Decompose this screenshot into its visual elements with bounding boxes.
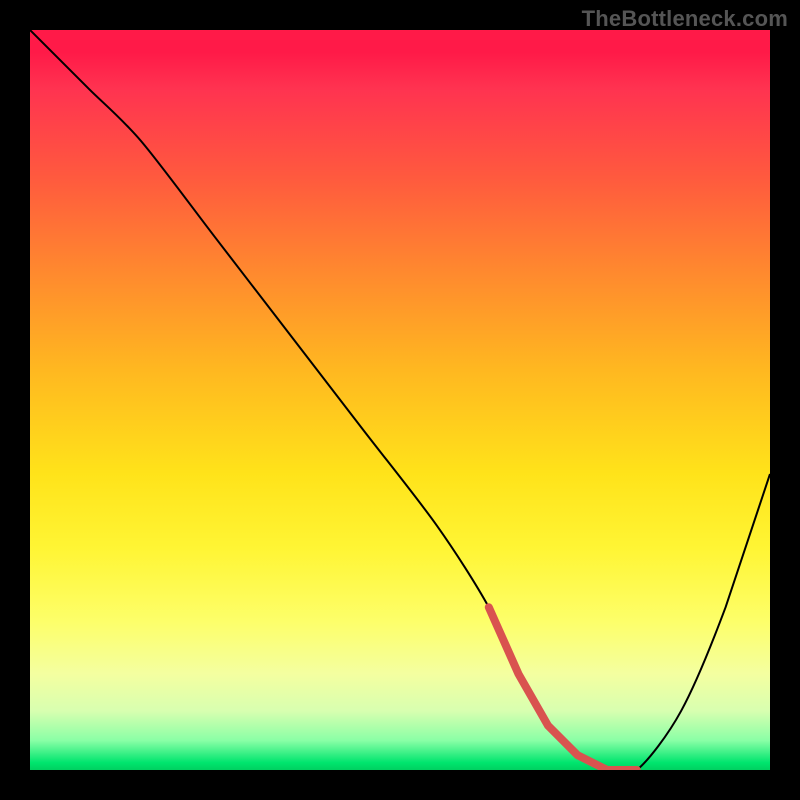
- plot-area: [30, 30, 770, 770]
- optimal-region-highlight: [489, 607, 637, 770]
- watermark-text: TheBottleneck.com: [582, 6, 788, 32]
- chart-container: TheBottleneck.com: [0, 0, 800, 800]
- bottleneck-curve: [30, 30, 770, 770]
- curve-layer: [30, 30, 770, 770]
